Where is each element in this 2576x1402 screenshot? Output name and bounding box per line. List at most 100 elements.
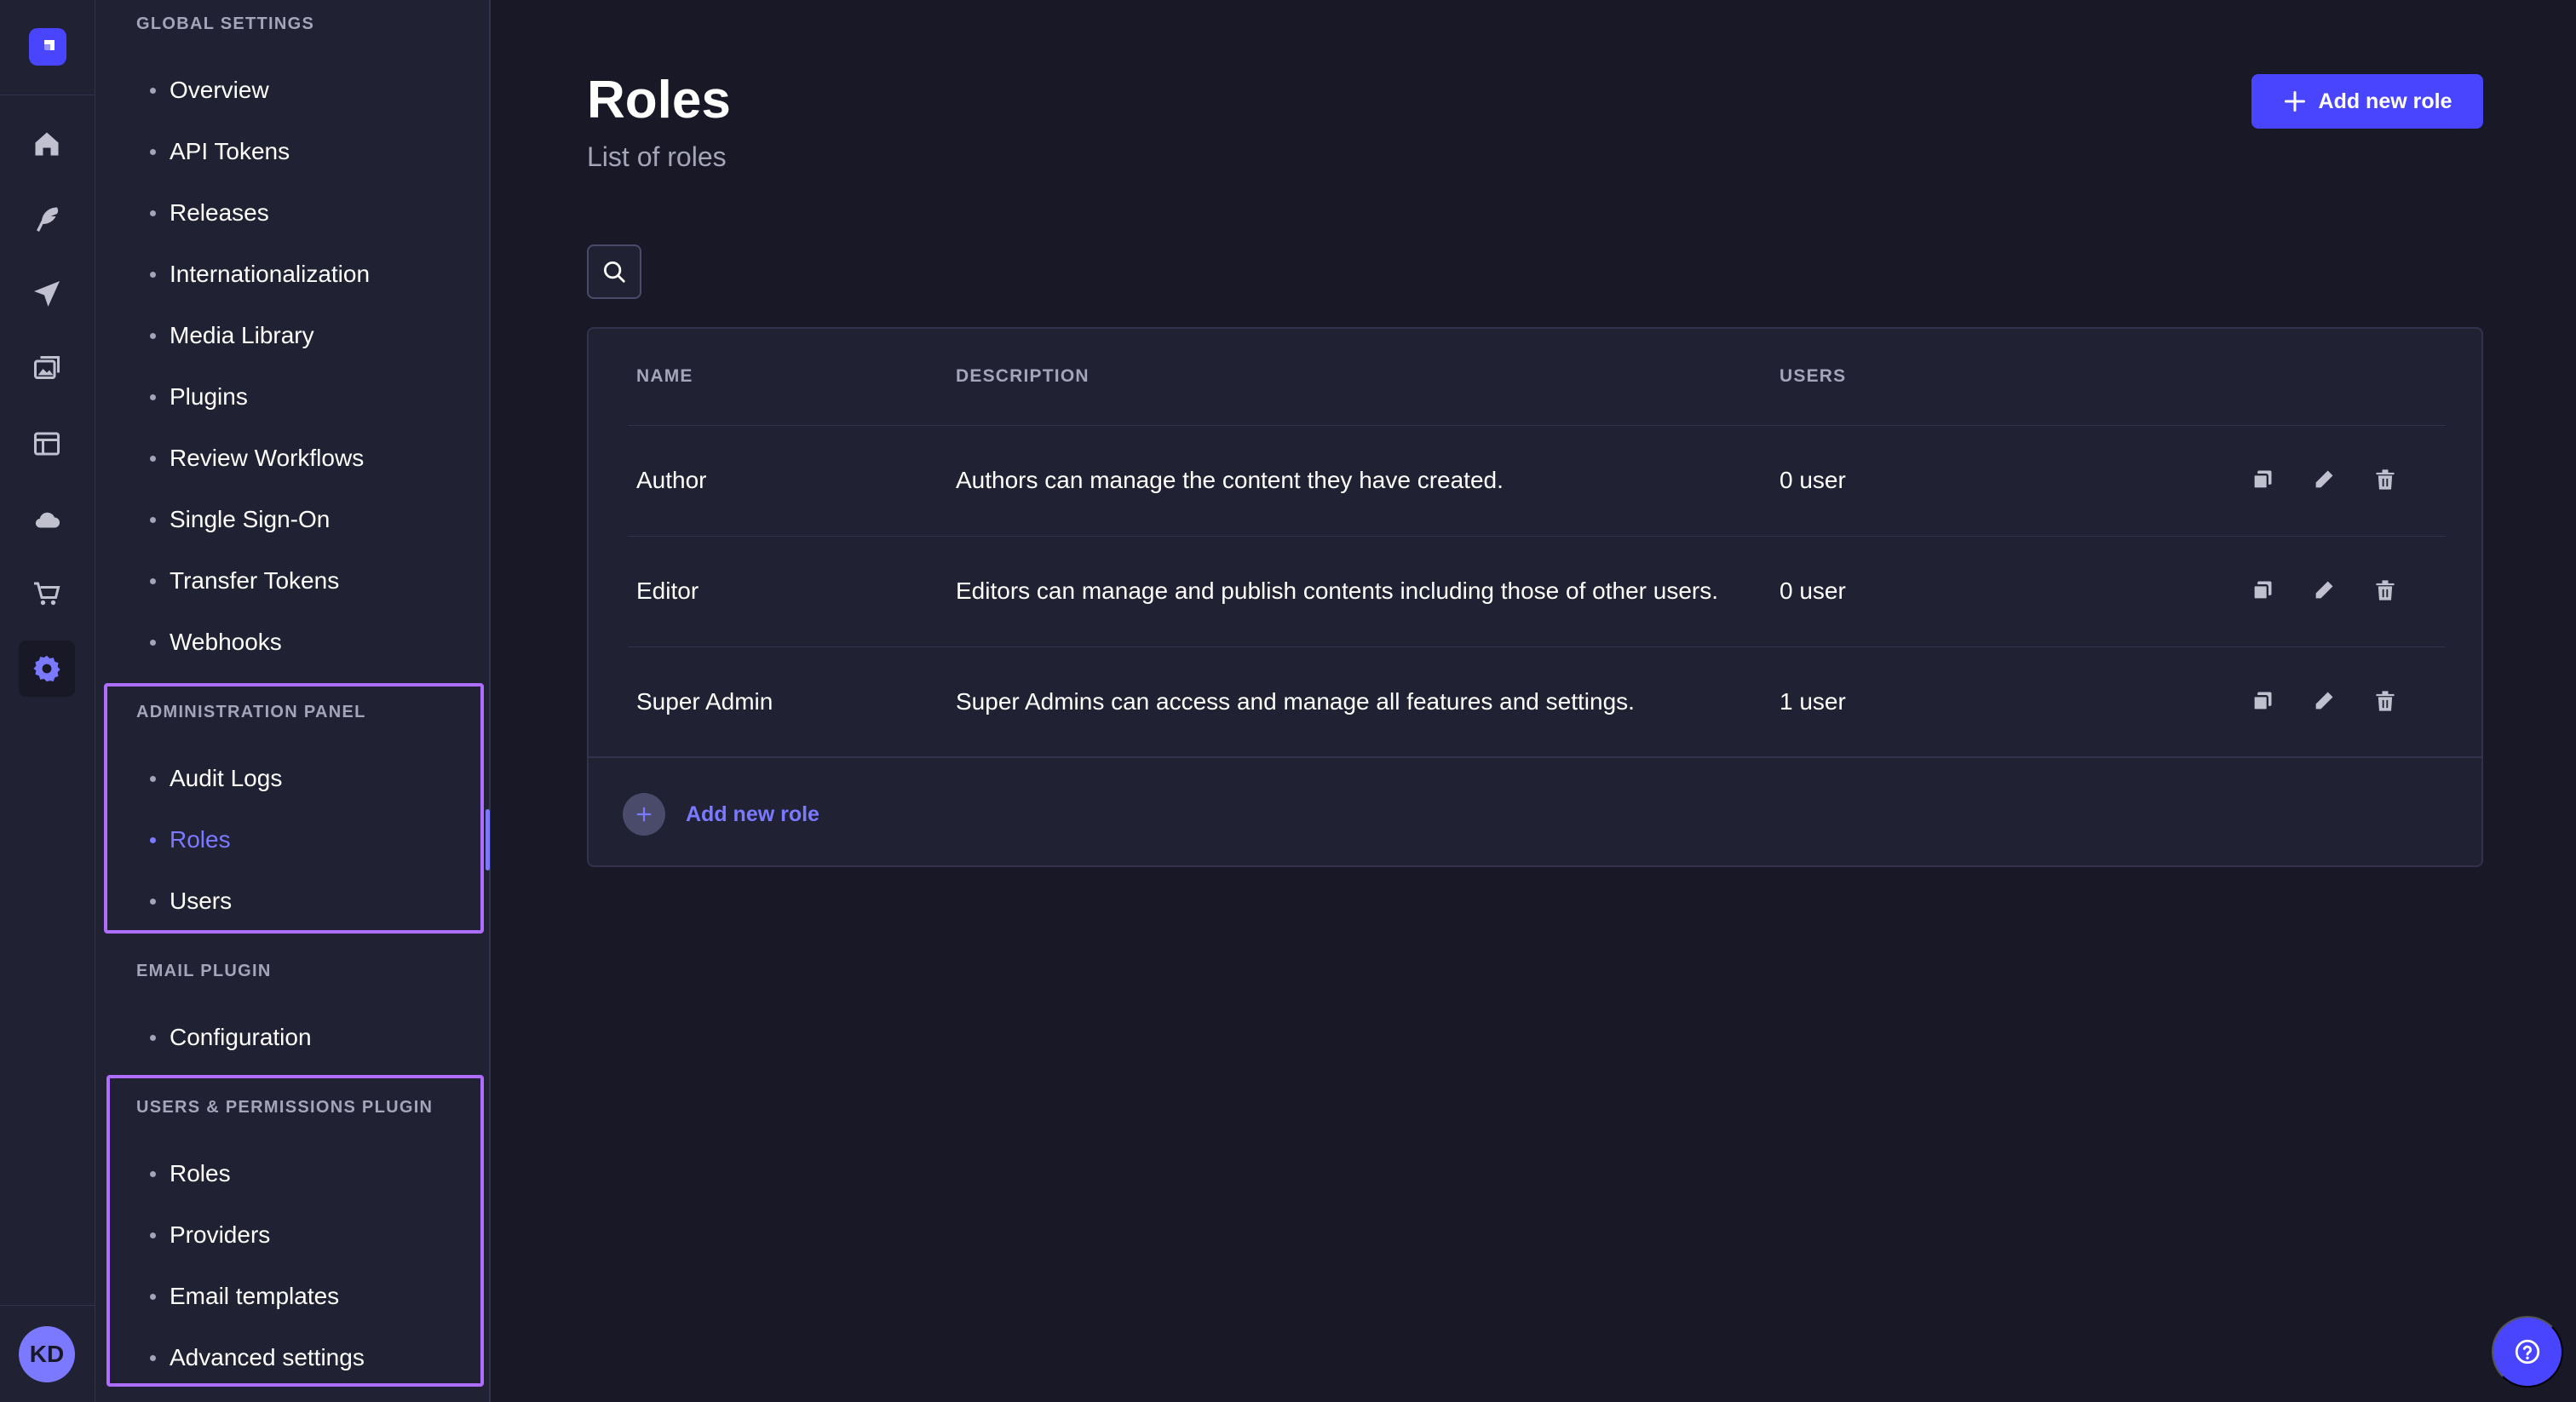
subnav-item-providers[interactable]: Providers: [147, 1216, 270, 1254]
main-content: Roles List of roles Add new role NAME DE…: [492, 0, 2576, 1402]
nav-home[interactable]: [19, 116, 75, 172]
subnav-item-audit-logs[interactable]: Audit Logs: [147, 760, 282, 797]
edit-role-button[interactable]: [2307, 573, 2341, 607]
role-users-count: 0 user: [1780, 467, 1846, 493]
images-icon: [34, 356, 60, 379]
row-divider: [628, 646, 2446, 647]
role-description: Editors can manage and publish contents …: [956, 577, 1719, 604]
delete-role-button[interactable]: [2368, 573, 2402, 607]
main-nav-rail: KD: [0, 0, 95, 1402]
duplicate-role-button[interactable]: [2245, 684, 2280, 718]
bullet-icon: [150, 87, 156, 94]
role-description: Super Admins can access and manage all f…: [956, 688, 1635, 715]
delete-role-button[interactable]: [2368, 463, 2402, 497]
rail-divider: [0, 1305, 95, 1306]
table-footer-divider: [589, 756, 2481, 758]
subnav-item-roles-active[interactable]: Roles: [147, 821, 231, 859]
duplicate-icon: [2252, 581, 2272, 600]
bullet-icon: [150, 394, 156, 400]
edit-role-button[interactable]: [2307, 684, 2341, 718]
edit-role-button[interactable]: [2307, 463, 2341, 497]
nav-deploy[interactable]: [19, 266, 75, 322]
search-button[interactable]: [587, 244, 641, 299]
cloud-icon: [35, 512, 60, 528]
home-icon: [35, 132, 59, 156]
subnav-item-transfer-tokens[interactable]: Transfer Tokens: [147, 562, 339, 600]
role-name: Editor: [636, 577, 699, 604]
delete-role-button[interactable]: [2368, 684, 2402, 718]
nav-media-library[interactable]: [19, 341, 75, 397]
bullet-icon: [150, 271, 156, 278]
bullet-icon: [150, 898, 156, 905]
pencil-icon: [2315, 581, 2333, 599]
duplicate-icon: [2252, 470, 2272, 490]
bullet-icon: [150, 1293, 156, 1300]
pencil-icon: [2315, 692, 2333, 710]
subnav-item-label: Roles: [170, 1160, 231, 1187]
bullet-icon: [150, 1034, 156, 1041]
subnav-item-review-workflows[interactable]: Review Workflows: [147, 440, 364, 477]
subnav-item-single-sign-on[interactable]: Single Sign-On: [147, 501, 330, 538]
gear-icon: [33, 655, 60, 682]
column-header-users[interactable]: USERS: [1780, 366, 1846, 387]
subnav-item-plugins[interactable]: Plugins: [147, 378, 248, 416]
subnav-item-releases[interactable]: Releases: [147, 194, 269, 232]
subnav-item-label: Transfer Tokens: [170, 567, 340, 594]
help-button[interactable]: [2492, 1316, 2563, 1388]
add-circle: [623, 793, 665, 836]
subnav-item-internationalization[interactable]: Internationalization: [147, 256, 370, 293]
subnav-item-webhooks[interactable]: Webhooks: [147, 623, 282, 661]
add-new-role-button[interactable]: Add new role: [2251, 74, 2483, 129]
subnav-item-overview[interactable]: Overview: [147, 72, 269, 109]
bullet-icon: [150, 455, 156, 462]
role-name: Super Admin: [636, 688, 773, 715]
nav-content-manager[interactable]: [19, 191, 75, 247]
subnav-item-media-library[interactable]: Media Library: [147, 317, 314, 354]
subnav-item-label: Email templates: [170, 1283, 340, 1309]
table-add-new-role-label: Add new role: [686, 802, 819, 826]
nav-marketplace[interactable]: [19, 566, 75, 622]
subnav-scrollbar[interactable]: [486, 809, 490, 871]
bullet-icon: [150, 836, 156, 843]
section-title-administration-panel: ADMINISTRATION PANEL: [136, 703, 366, 721]
bullet-icon: [150, 210, 156, 216]
section-title-email-plugin: EMAIL PLUGIN: [136, 962, 272, 980]
subnav-item-users[interactable]: Users: [147, 882, 232, 920]
subnav-item-advanced-settings[interactable]: Advanced settings: [147, 1339, 365, 1376]
subnav-item-label: Media Library: [170, 322, 314, 348]
feather-icon: [37, 207, 59, 232]
roles-table: NAME DESCRIPTION USERS Author Authors ca…: [587, 327, 2483, 867]
bullet-icon: [150, 332, 156, 339]
section-title-global-settings: GLOBAL SETTINGS: [136, 14, 315, 33]
subnav-item-label: Review Workflows: [170, 445, 365, 471]
subnav-item-label: API Tokens: [170, 138, 290, 164]
duplicate-role-button[interactable]: [2245, 463, 2280, 497]
subnav-item-label: Overview: [170, 77, 269, 103]
role-users-count: 1 user: [1780, 688, 1846, 715]
plus-icon: [636, 807, 652, 822]
duplicate-role-button[interactable]: [2245, 573, 2280, 607]
table-add-new-role[interactable]: Add new role: [623, 792, 819, 836]
column-header-name[interactable]: NAME: [636, 366, 693, 387]
nav-content-type-builder[interactable]: [19, 416, 75, 472]
add-new-role-label: Add new role: [2318, 89, 2452, 113]
nav-cloud[interactable]: [19, 491, 75, 547]
role-users-count: 0 user: [1780, 577, 1846, 604]
subnav-item-label: Releases: [170, 199, 269, 226]
subnav-item-api-tokens[interactable]: API Tokens: [147, 133, 290, 170]
subnav-item-label: Audit Logs: [170, 765, 283, 791]
help-circle-icon: [2515, 1339, 2540, 1365]
subnav-item-label: Single Sign-On: [170, 506, 331, 532]
user-avatar[interactable]: KD: [19, 1326, 75, 1382]
subnav-item-label: Webhooks: [170, 629, 282, 655]
strapi-logo-icon[interactable]: [29, 28, 66, 66]
subnav-item-configuration[interactable]: Configuration: [147, 1019, 312, 1056]
subnav-item-email-templates[interactable]: Email templates: [147, 1278, 339, 1315]
column-header-description[interactable]: DESCRIPTION: [956, 366, 1090, 387]
paper-plane-icon: [34, 281, 60, 307]
subnav-item-up-roles[interactable]: Roles: [147, 1155, 231, 1192]
section-title-users-permissions-plugin: USERS & PERMISSIONS PLUGIN: [136, 1098, 434, 1117]
nav-settings[interactable]: [19, 641, 75, 697]
subnav-item-label: Providers: [170, 1221, 271, 1248]
subnav-item-label: Users: [170, 888, 233, 914]
